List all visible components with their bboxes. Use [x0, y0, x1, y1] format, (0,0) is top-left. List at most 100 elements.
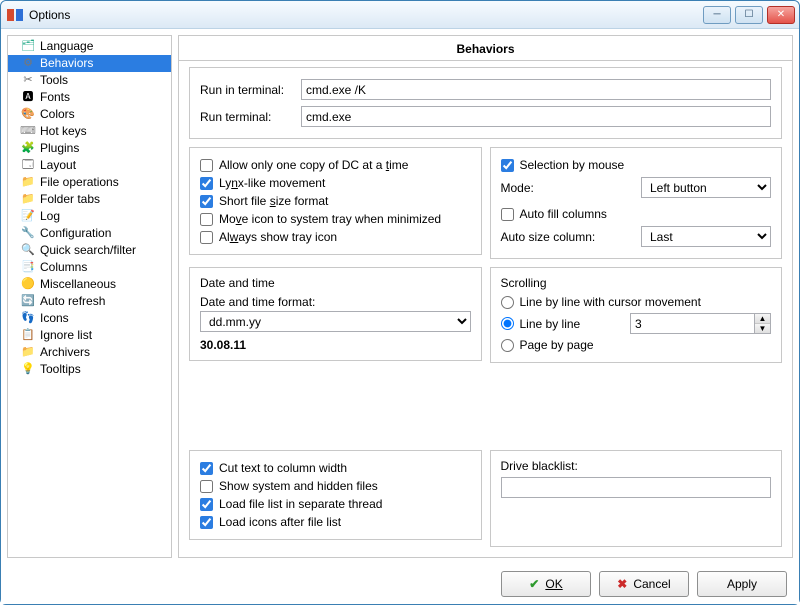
plugin-icon: [20, 141, 36, 157]
maximize-button[interactable]: ☐: [735, 6, 763, 24]
run-in-terminal-input[interactable]: [301, 79, 771, 100]
tree-item-language[interactable]: Language: [8, 38, 171, 55]
ok-button[interactable]: ✔OK: [501, 571, 591, 597]
cut-text-checkbox[interactable]: [200, 462, 213, 475]
tree-item-behaviors[interactable]: Behaviors: [8, 55, 171, 72]
scroll-line-spinner[interactable]: ▲▼: [755, 313, 771, 334]
folder-icon: [20, 175, 36, 191]
short-size-checkbox[interactable]: [200, 195, 213, 208]
x-icon: ✖: [617, 577, 627, 591]
tree-item-tools[interactable]: Tools: [8, 72, 171, 89]
tree-item-fonts[interactable]: Fonts: [8, 89, 171, 106]
tree-item-columns[interactable]: Columns: [8, 259, 171, 276]
scrolling-title: Scrolling: [501, 276, 772, 293]
sep-thread-label: Load file list in separate thread: [219, 497, 382, 511]
datetime-sample: 30.08.11: [200, 332, 471, 352]
one-copy-label: Allow only one copy of DC at a time: [219, 158, 408, 172]
tray-min-checkbox[interactable]: [200, 213, 213, 226]
scroll-page-label: Page by page: [520, 338, 594, 352]
scroll-page-radio[interactable]: [501, 339, 514, 352]
lang-icon: [20, 39, 36, 55]
mode-select[interactable]: Left button: [641, 177, 771, 198]
font-icon: [20, 90, 36, 106]
palette-icon: [20, 107, 36, 123]
tree-item-archivers[interactable]: Archivers: [8, 344, 171, 361]
scroll-line-input[interactable]: [630, 313, 755, 334]
category-tree[interactable]: LanguageBehaviorsToolsFontsColorsHot key…: [7, 35, 172, 558]
minimize-button[interactable]: ─: [703, 6, 731, 24]
tree-item-label: Layout: [40, 158, 76, 173]
scroll-line-radio[interactable]: [501, 317, 514, 330]
ignore-icon: [20, 328, 36, 344]
tree-item-plugins[interactable]: Plugins: [8, 140, 171, 157]
general-checks-group: Allow only one copy of DC at a time Lynx…: [189, 147, 482, 255]
scroll-line-cursor-label: Line by line with cursor movement: [520, 295, 701, 309]
lynx-checkbox[interactable]: [200, 177, 213, 190]
auto-size-label: Auto size column:: [501, 230, 596, 244]
tree-item-icons[interactable]: Icons: [8, 310, 171, 327]
behaviors-page: Behaviors Run in terminal: Run terminal:…: [178, 35, 793, 558]
tree-item-colors[interactable]: Colors: [8, 106, 171, 123]
tree-item-log[interactable]: Log: [8, 208, 171, 225]
tree-item-label: Auto refresh: [40, 294, 105, 309]
cut-text-label: Cut text to column width: [219, 461, 347, 475]
title-bar: Options ─ ☐ ✕: [1, 1, 799, 29]
tree-item-auto-refresh[interactable]: Auto refresh: [8, 293, 171, 310]
tree-item-label: Log: [40, 209, 60, 224]
tree-item-ignore-list[interactable]: Ignore list: [8, 327, 171, 344]
tree-item-label: Ignore list: [40, 328, 92, 343]
one-copy-checkbox[interactable]: [200, 159, 213, 172]
apply-button[interactable]: Apply: [697, 571, 787, 597]
lynx-label: Lynx-like movement: [219, 176, 325, 190]
folder-icon: [20, 192, 36, 208]
client-area: LanguageBehaviorsToolsFontsColorsHot key…: [1, 29, 799, 564]
sep-thread-checkbox[interactable]: [200, 498, 213, 511]
window-controls: ─ ☐ ✕: [703, 6, 795, 24]
scroll-line-label: Line by line: [520, 317, 581, 331]
tree-item-folder-tabs[interactable]: Folder tabs: [8, 191, 171, 208]
tree-item-label: Hot keys: [40, 124, 87, 139]
columns-icon: [20, 260, 36, 276]
tree-item-label: Quick search/filter: [40, 243, 136, 258]
scroll-line-cursor-radio[interactable]: [501, 296, 514, 309]
tree-item-tooltips[interactable]: Tooltips: [8, 361, 171, 378]
icons-after-checkbox[interactable]: [200, 516, 213, 529]
show-hidden-checkbox[interactable]: [200, 480, 213, 493]
tree-item-hot-keys[interactable]: Hot keys: [8, 123, 171, 140]
tree-item-label: Tooltips: [40, 362, 81, 377]
auto-fill-checkbox[interactable]: [501, 208, 514, 221]
tree-item-label: File operations: [40, 175, 119, 190]
drive-blacklist-input[interactable]: [501, 477, 772, 498]
sel-mouse-label: Selection by mouse: [520, 158, 625, 172]
tray-always-checkbox[interactable]: [200, 231, 213, 244]
tree-item-label: Tools: [40, 73, 68, 88]
tree-item-label: Folder tabs: [40, 192, 100, 207]
close-button[interactable]: ✕: [767, 6, 795, 24]
app-icon: [7, 7, 23, 23]
tree-item-label: Plugins: [40, 141, 79, 156]
tree-item-miscellaneous[interactable]: Miscellaneous: [8, 276, 171, 293]
scissors-icon: [20, 73, 36, 89]
check-icon: ✔: [529, 577, 539, 591]
auto-size-select[interactable]: Last: [641, 226, 771, 247]
tree-item-label: Configuration: [40, 226, 111, 241]
tree-item-file-operations[interactable]: File operations: [8, 174, 171, 191]
scrolling-group: Scrolling Line by line with cursor movem…: [490, 267, 783, 363]
tray-always-label: Always show tray icon: [219, 230, 337, 244]
wrench-icon: [20, 226, 36, 242]
datetime-format-label: Date and time format:: [200, 293, 471, 311]
run-terminal-input[interactable]: [301, 106, 771, 127]
log-icon: [20, 209, 36, 225]
mode-label: Mode:: [501, 181, 541, 195]
sel-mouse-checkbox[interactable]: [501, 159, 514, 172]
datetime-format-select[interactable]: dd.mm.yy: [200, 311, 471, 332]
cancel-button[interactable]: ✖Cancel: [599, 571, 689, 597]
window-title: Options: [29, 8, 70, 22]
tree-item-label: Miscellaneous: [40, 277, 116, 292]
tree-item-layout[interactable]: Layout: [8, 157, 171, 174]
scroll-line-stepper: ▲▼: [630, 313, 771, 334]
datetime-group: Date and time Date and time format: dd.m…: [189, 267, 482, 361]
tree-item-quick-search-filter[interactable]: Quick search/filter: [8, 242, 171, 259]
layout-icon: [20, 158, 36, 174]
tree-item-configuration[interactable]: Configuration: [8, 225, 171, 242]
